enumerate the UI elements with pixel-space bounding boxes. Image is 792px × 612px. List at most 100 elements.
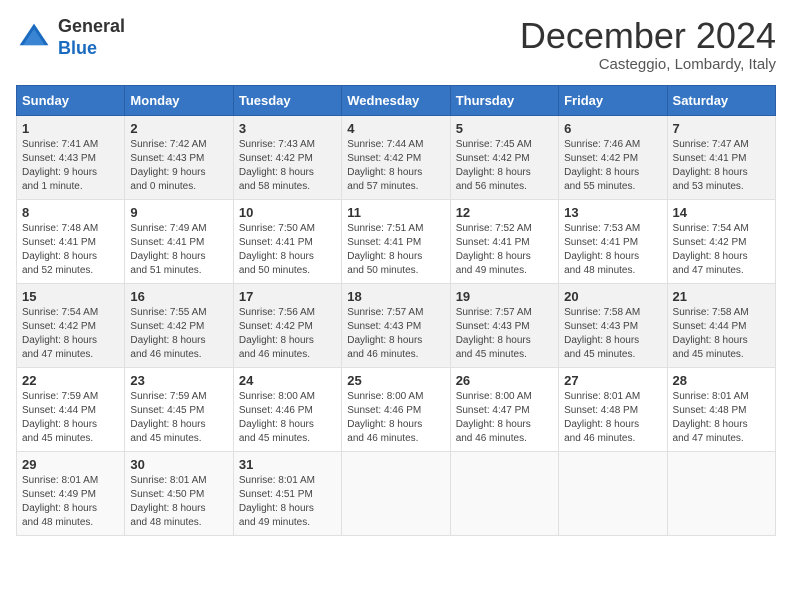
day-header-tuesday: Tuesday [233,85,341,115]
calendar-cell: 12 Sunrise: 7:52 AM Sunset: 4:41 PM Dayli… [450,199,558,283]
day-number: 6 [564,121,661,136]
day-info: Sunrise: 7:58 AM Sunset: 4:44 PM Dayligh… [673,306,770,362]
month-title: December 2024 [520,16,776,56]
day-info: Sunrise: 8:01 AM Sunset: 4:51 PM Dayligh… [239,474,336,530]
day-info: Sunrise: 8:00 AM Sunset: 4:46 PM Dayligh… [239,390,336,446]
day-number: 15 [22,289,119,304]
calendar-cell: 2 Sunrise: 7:42 AM Sunset: 4:43 PM Daylig… [125,115,233,199]
calendar-cell [342,451,450,535]
calendar-cell [450,451,558,535]
calendar-cell: 27 Sunrise: 8:01 AM Sunset: 4:48 PM Dayli… [559,367,667,451]
day-number: 3 [239,121,336,136]
day-header-wednesday: Wednesday [342,85,450,115]
calendar-week-row: 1 Sunrise: 7:41 AM Sunset: 4:43 PM Daylig… [17,115,776,199]
day-info: Sunrise: 7:48 AM Sunset: 4:41 PM Dayligh… [22,222,119,278]
calendar-cell: 25 Sunrise: 8:00 AM Sunset: 4:46 PM Dayli… [342,367,450,451]
day-number: 7 [673,121,770,136]
calendar-cell: 31 Sunrise: 8:01 AM Sunset: 4:51 PM Dayli… [233,451,341,535]
calendar-week-row: 22 Sunrise: 7:59 AM Sunset: 4:44 PM Dayli… [17,367,776,451]
day-number: 16 [130,289,227,304]
day-header-sunday: Sunday [17,85,125,115]
calendar-week-row: 15 Sunrise: 7:54 AM Sunset: 4:42 PM Dayli… [17,283,776,367]
day-info: Sunrise: 7:57 AM Sunset: 4:43 PM Dayligh… [456,306,553,362]
day-info: Sunrise: 7:41 AM Sunset: 4:43 PM Dayligh… [22,138,119,194]
day-number: 21 [673,289,770,304]
calendar-header-row: SundayMondayTuesdayWednesdayThursdayFrid… [17,85,776,115]
day-number: 17 [239,289,336,304]
day-info: Sunrise: 7:43 AM Sunset: 4:42 PM Dayligh… [239,138,336,194]
calendar-cell: 20 Sunrise: 7:58 AM Sunset: 4:43 PM Dayli… [559,283,667,367]
page-header: GeneralBlue December 2024 Casteggio, Lom… [16,16,776,73]
day-info: Sunrise: 8:00 AM Sunset: 4:46 PM Dayligh… [347,390,444,446]
calendar-cell: 21 Sunrise: 7:58 AM Sunset: 4:44 PM Dayli… [667,283,775,367]
calendar-cell: 17 Sunrise: 7:56 AM Sunset: 4:42 PM Dayli… [233,283,341,367]
day-number: 1 [22,121,119,136]
day-info: Sunrise: 7:59 AM Sunset: 4:44 PM Dayligh… [22,390,119,446]
day-info: Sunrise: 7:51 AM Sunset: 4:41 PM Dayligh… [347,222,444,278]
day-number: 23 [130,373,227,388]
day-info: Sunrise: 7:49 AM Sunset: 4:41 PM Dayligh… [130,222,227,278]
day-info: Sunrise: 7:54 AM Sunset: 4:42 PM Dayligh… [22,306,119,362]
calendar-cell: 13 Sunrise: 7:53 AM Sunset: 4:41 PM Dayli… [559,199,667,283]
calendar-cell: 24 Sunrise: 8:00 AM Sunset: 4:46 PM Dayli… [233,367,341,451]
day-number: 5 [456,121,553,136]
day-info: Sunrise: 7:56 AM Sunset: 4:42 PM Dayligh… [239,306,336,362]
day-number: 2 [130,121,227,136]
calendar-table: SundayMondayTuesdayWednesdayThursdayFrid… [16,85,776,536]
day-number: 8 [22,205,119,220]
day-info: Sunrise: 7:58 AM Sunset: 4:43 PM Dayligh… [564,306,661,362]
day-number: 27 [564,373,661,388]
logo-icon [16,20,52,56]
day-header-saturday: Saturday [667,85,775,115]
day-info: Sunrise: 7:45 AM Sunset: 4:42 PM Dayligh… [456,138,553,194]
title-block: December 2024 Casteggio, Lombardy, Italy [520,16,776,73]
day-info: Sunrise: 7:42 AM Sunset: 4:43 PM Dayligh… [130,138,227,194]
day-number: 18 [347,289,444,304]
day-info: Sunrise: 8:00 AM Sunset: 4:47 PM Dayligh… [456,390,553,446]
day-info: Sunrise: 8:01 AM Sunset: 4:48 PM Dayligh… [673,390,770,446]
calendar-cell: 8 Sunrise: 7:48 AM Sunset: 4:41 PM Daylig… [17,199,125,283]
day-info: Sunrise: 7:50 AM Sunset: 4:41 PM Dayligh… [239,222,336,278]
calendar-cell: 7Sunrise: 7:47 AM Sunset: 4:41 PM Daylig… [667,115,775,199]
day-info: Sunrise: 7:53 AM Sunset: 4:41 PM Dayligh… [564,222,661,278]
day-number: 13 [564,205,661,220]
day-header-friday: Friday [559,85,667,115]
location-subtitle: Casteggio, Lombardy, Italy [520,56,776,73]
day-number: 31 [239,457,336,472]
calendar-cell: 3 Sunrise: 7:43 AM Sunset: 4:42 PM Daylig… [233,115,341,199]
day-number: 12 [456,205,553,220]
day-number: 19 [456,289,553,304]
calendar-cell: 28 Sunrise: 8:01 AM Sunset: 4:48 PM Dayli… [667,367,775,451]
day-number: 20 [564,289,661,304]
calendar-cell [667,451,775,535]
day-info: Sunrise: 8:01 AM Sunset: 4:49 PM Dayligh… [22,474,119,530]
day-number: 22 [22,373,119,388]
day-number: 11 [347,205,444,220]
calendar-cell: 16Sunrise: 7:55 AM Sunset: 4:42 PM Dayli… [125,283,233,367]
day-number: 9 [130,205,227,220]
calendar-cell: 1 Sunrise: 7:41 AM Sunset: 4:43 PM Daylig… [17,115,125,199]
day-info: Sunrise: 7:46 AM Sunset: 4:42 PM Dayligh… [564,138,661,194]
calendar-cell: 11 Sunrise: 7:51 AM Sunset: 4:41 PM Dayli… [342,199,450,283]
calendar-cell: 10 Sunrise: 7:50 AM Sunset: 4:41 PM Dayli… [233,199,341,283]
calendar-cell: 29 Sunrise: 8:01 AM Sunset: 4:49 PM Dayli… [17,451,125,535]
logo-text: GeneralBlue [58,16,125,59]
calendar-cell: 23 Sunrise: 7:59 AM Sunset: 4:45 PM Dayli… [125,367,233,451]
day-number: 10 [239,205,336,220]
day-info: Sunrise: 8:01 AM Sunset: 4:48 PM Dayligh… [564,390,661,446]
day-info: Sunrise: 7:44 AM Sunset: 4:42 PM Dayligh… [347,138,444,194]
day-number: 24 [239,373,336,388]
day-header-thursday: Thursday [450,85,558,115]
calendar-cell: 5 Sunrise: 7:45 AM Sunset: 4:42 PM Daylig… [450,115,558,199]
day-info: Sunrise: 7:59 AM Sunset: 4:45 PM Dayligh… [130,390,227,446]
day-number: 30 [130,457,227,472]
day-number: 26 [456,373,553,388]
calendar-week-row: 8 Sunrise: 7:48 AM Sunset: 4:41 PM Daylig… [17,199,776,283]
day-info: Sunrise: 7:54 AM Sunset: 4:42 PM Dayligh… [673,222,770,278]
day-info: Sunrise: 7:52 AM Sunset: 4:41 PM Dayligh… [456,222,553,278]
day-number: 29 [22,457,119,472]
day-number: 25 [347,373,444,388]
calendar-cell: 26 Sunrise: 8:00 AM Sunset: 4:47 PM Dayli… [450,367,558,451]
logo: GeneralBlue [16,16,125,59]
day-number: 28 [673,373,770,388]
